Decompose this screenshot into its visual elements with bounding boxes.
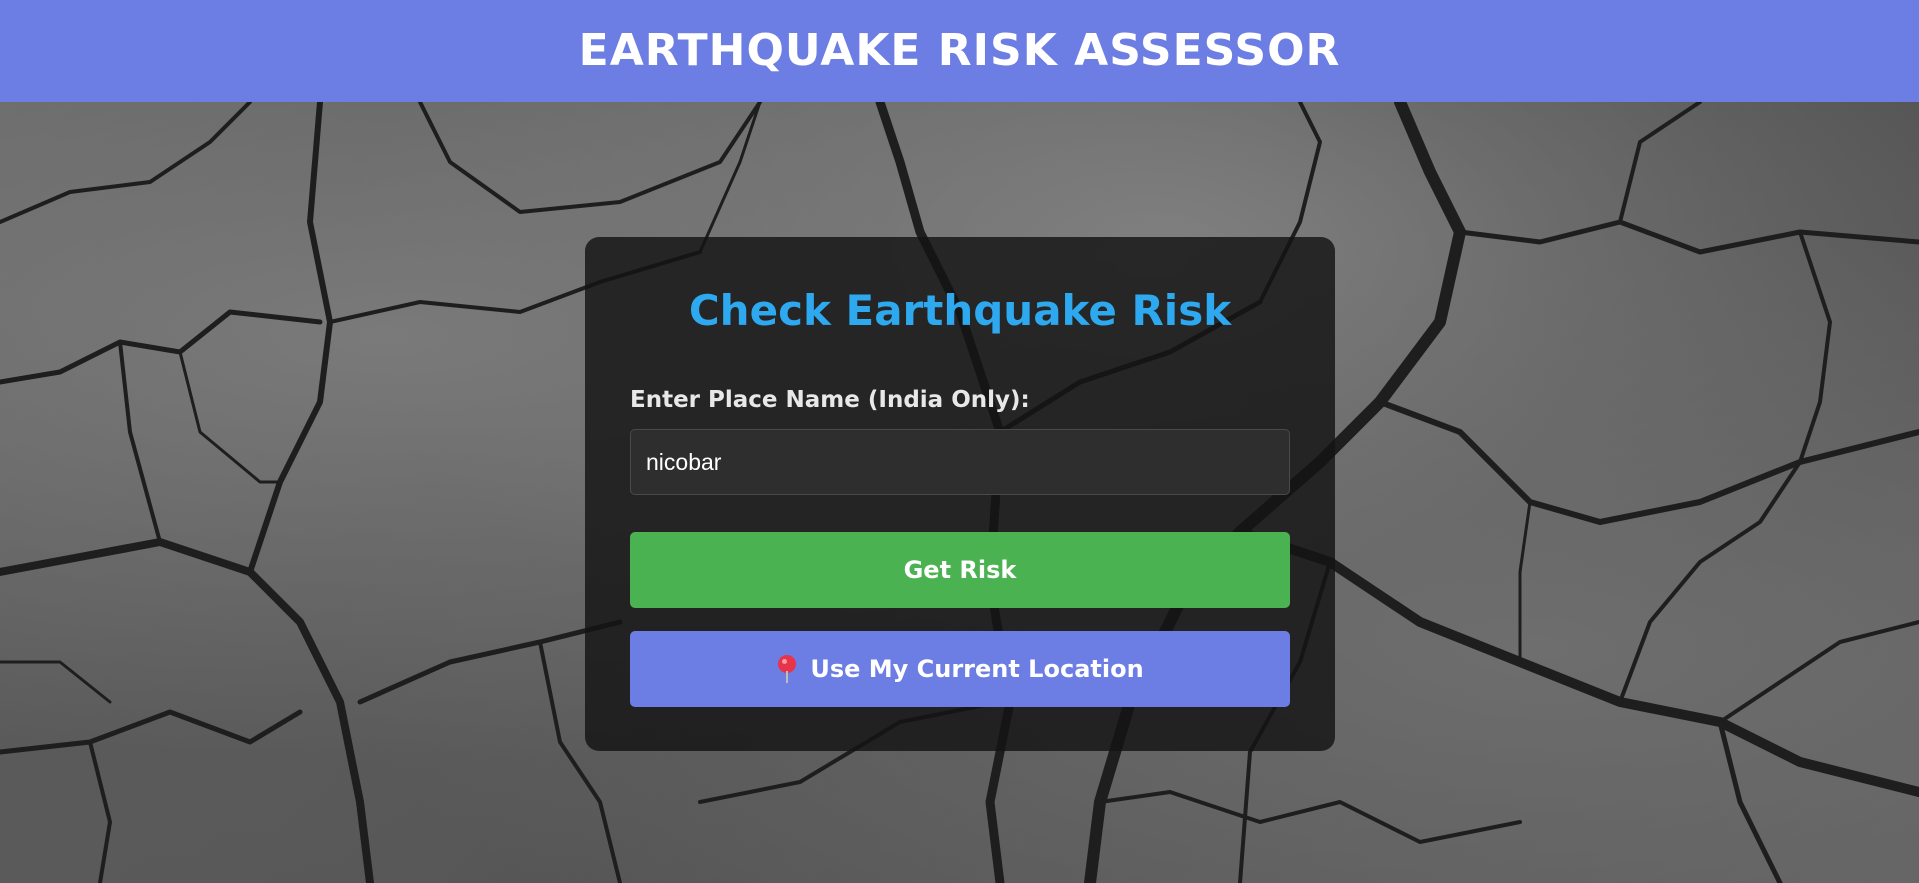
- use-current-location-label: Use My Current Location: [810, 655, 1144, 683]
- get-risk-button[interactable]: Get Risk: [630, 532, 1290, 608]
- app-header: EARTHQUAKE RISK ASSESSOR: [0, 0, 1919, 102]
- risk-form-card: Check Earthquake Risk Enter Place Name (…: [585, 237, 1335, 751]
- get-risk-label: Get Risk: [903, 556, 1017, 584]
- place-name-label: Enter Place Name (India Only):: [630, 387, 1030, 413]
- form-title: Check Earthquake Risk: [688, 286, 1232, 335]
- page: EARTHQUAKE RISK ASSESSOR Check Earthquak…: [0, 0, 1919, 883]
- use-current-location-button[interactable]: Use My Current Location: [630, 631, 1290, 707]
- place-name-input[interactable]: [630, 429, 1290, 495]
- app-title: EARTHQUAKE RISK ASSESSOR: [578, 25, 1341, 76]
- pin-icon: [776, 655, 798, 683]
